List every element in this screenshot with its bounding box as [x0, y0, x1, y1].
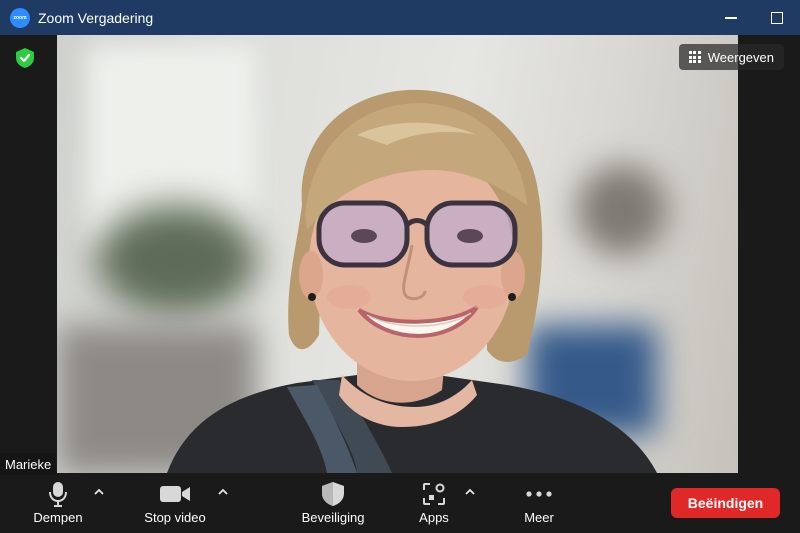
apps-button[interactable]: Apps [410, 475, 458, 533]
zoom-window: zoom Zoom Vergadering Weergeven Marieke … [0, 0, 800, 533]
security-button[interactable]: Beveiliging [292, 475, 374, 533]
more-dots-icon [525, 481, 553, 507]
maximize-icon [771, 11, 783, 24]
title-bar: zoom Zoom Vergadering [0, 0, 800, 35]
video-area: Weergeven Marieke [0, 35, 800, 475]
window-title: Zoom Vergadering [38, 9, 154, 26]
more-label: Meer [524, 510, 554, 525]
end-meeting-button[interactable]: Beëindigen [671, 488, 780, 518]
more-button[interactable]: Meer [515, 475, 563, 533]
stop-video-label: Stop video [144, 510, 206, 525]
apps-options-chevron-icon[interactable] [463, 484, 477, 498]
mute-button[interactable]: Dempen [25, 475, 91, 533]
view-button-label: Weergeven [707, 49, 774, 65]
minimize-button[interactable] [708, 0, 754, 35]
meeting-toolbar: Dempen Stop video Beveiliging Apps Meer … [0, 475, 800, 533]
participant-name-label: Marieke [0, 453, 57, 475]
video-camera-icon [159, 481, 191, 507]
audio-options-chevron-icon[interactable] [92, 484, 106, 498]
microphone-icon [48, 481, 68, 507]
video-options-chevron-icon[interactable] [216, 484, 230, 498]
minimize-icon [725, 16, 737, 19]
grid-view-icon [688, 51, 701, 63]
stop-video-button[interactable]: Stop video [136, 475, 214, 533]
logo-text: zoom [13, 14, 27, 21]
apps-label: Apps [419, 510, 449, 525]
participant-figure [167, 89, 657, 473]
shield-icon [321, 481, 345, 507]
encryption-shield-icon[interactable] [12, 45, 38, 71]
view-button[interactable]: Weergeven [678, 44, 784, 70]
security-label: Beveiliging [301, 510, 365, 525]
zoom-logo-icon: zoom [10, 7, 30, 28]
apps-icon [422, 481, 446, 507]
window-controls [708, 0, 800, 35]
maximize-button[interactable] [754, 0, 800, 35]
participant-video[interactable] [57, 35, 738, 473]
mute-label: Dempen [33, 510, 83, 525]
